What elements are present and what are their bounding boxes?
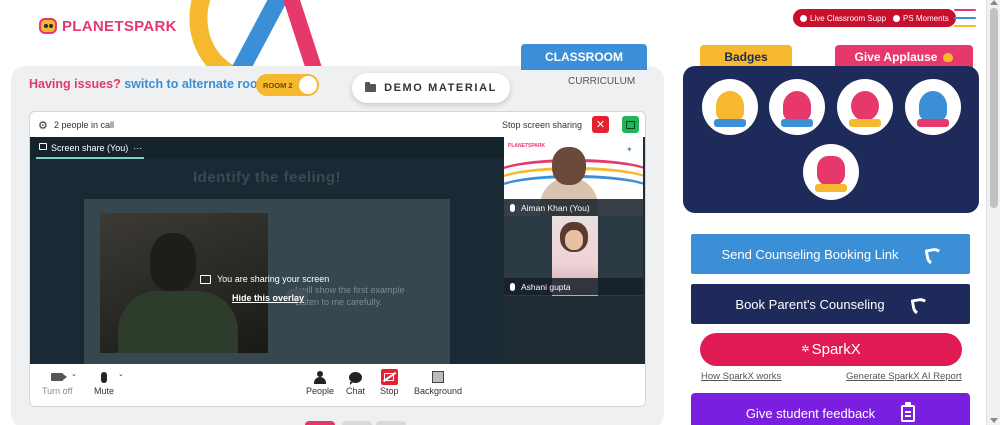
badge-idea-icon[interactable]: [905, 79, 961, 135]
clipboard-icon: [901, 401, 916, 422]
screen-share-label: Screen share (You) ···: [51, 143, 143, 153]
room-toggle[interactable]: ROOM 2: [256, 74, 319, 96]
badge-trophy-icon[interactable]: [702, 79, 758, 135]
microphone-icon: [101, 371, 107, 383]
book-parent-counseling-button[interactable]: Book Parent's Counseling: [691, 284, 970, 324]
camera-icon: [51, 373, 68, 381]
how-sparkx-works-link[interactable]: How SparkX works: [701, 371, 781, 382]
hide-overlay-link[interactable]: Hide this overlay: [232, 293, 304, 303]
switch-room-link[interactable]: switch to alternate room: [124, 77, 268, 91]
screen-share-stage: Screen share (You) ··· Identify the feel…: [30, 137, 504, 364]
camera-toggle-button[interactable]: Turn off: [42, 368, 73, 396]
page-tab[interactable]: [376, 421, 406, 425]
people-button[interactable]: People: [306, 368, 334, 396]
screen-share-header: Screen share (You) ···: [30, 137, 504, 159]
generate-sparkx-report-link[interactable]: Generate SparkX AI Report: [846, 371, 962, 382]
badge-leader-icon[interactable]: [769, 79, 825, 135]
toggle-knob: [299, 76, 317, 94]
call-controls: Turn off ⌄ Mute ⌄ People Chat Stop Backg…: [30, 364, 645, 406]
video-call-window: ⚙ 2 people in call Stop screen sharing ✕…: [29, 111, 646, 407]
alternate-room-prompt: Having issues? switch to alternate room: [29, 77, 269, 91]
stop-sharing-close-icon[interactable]: ✕: [592, 116, 609, 133]
background-button[interactable]: Background: [414, 368, 462, 396]
page-tab[interactable]: [342, 421, 372, 425]
give-student-feedback-button[interactable]: Give student feedback: [691, 393, 970, 425]
hamburger-menu-icon[interactable]: [954, 9, 976, 27]
slide-text: I will show the first example Listen to …: [295, 285, 405, 307]
page: PLANETSPARK Live Classroom Support PS Mo…: [0, 0, 1000, 425]
present-icon: [39, 143, 47, 150]
stop-presenting-icon: [380, 369, 398, 385]
picture-in-picture-icon[interactable]: [622, 116, 639, 133]
scrollbar-thumb[interactable]: [990, 8, 998, 208]
badge-meditation-icon[interactable]: [837, 79, 893, 135]
chevron-down-icon[interactable]: ⌄: [118, 370, 124, 378]
moments-icon: [893, 14, 900, 22]
logo-text: PLANETSPARK: [62, 17, 177, 35]
robot-logo-icon: [38, 15, 58, 37]
participant-tile[interactable]: Ashani gupta: [504, 216, 643, 296]
tab-curriculum[interactable]: CURRICULUM: [568, 76, 635, 87]
background-icon: [432, 371, 445, 383]
scroll-down-icon[interactable]: [990, 418, 998, 423]
participant-name: Ashani gupta: [504, 278, 643, 295]
chat-button[interactable]: Chat: [346, 368, 365, 396]
page-tab[interactable]: [305, 421, 335, 425]
ps-moments-button[interactable]: PS Moments: [886, 9, 956, 27]
chevron-down-icon[interactable]: ⌄: [71, 370, 77, 378]
people-count: 2 people in call: [54, 120, 115, 130]
mic-icon: [510, 203, 515, 212]
phone-icon: [925, 247, 940, 262]
people-icon: [314, 370, 327, 384]
planetspark-logo[interactable]: PLANETSPARK: [38, 15, 177, 37]
participant-name: Aiman Khan (You): [504, 199, 643, 216]
chat-icon: [349, 371, 362, 385]
slide-title: Identify the feeling!: [192, 169, 341, 186]
demo-material-button[interactable]: DEMO MATERIAL: [352, 73, 510, 103]
mic-icon: [510, 282, 515, 291]
scroll-up-icon[interactable]: [990, 0, 998, 5]
stop-sharing-button[interactable]: Stop: [380, 368, 399, 396]
sharing-screen-message: You are sharing your screen: [200, 274, 329, 284]
folder-icon: [365, 82, 377, 92]
gear-icon[interactable]: ⚙: [38, 119, 48, 132]
stop-screen-sharing-label[interactable]: Stop screen sharing: [502, 120, 582, 130]
clapping-hands-icon: [943, 52, 954, 62]
phone-icon: [911, 297, 926, 312]
call-top-bar: ⚙ 2 people in call Stop screen sharing ✕: [30, 112, 645, 137]
mute-button[interactable]: Mute: [94, 368, 114, 396]
send-counseling-link-button[interactable]: Send Counseling Booking Link: [691, 234, 970, 274]
tab-classroom[interactable]: CLASSROOM: [521, 44, 647, 70]
screen-share-icon: [200, 274, 211, 284]
page-scrollbar[interactable]: [986, 0, 1000, 425]
support-icon: [800, 14, 807, 22]
badge-robot-icon[interactable]: [803, 144, 859, 200]
sparkle-icon: ✲: [801, 344, 810, 355]
sparkx-button[interactable]: ✲ SparkX: [700, 333, 962, 366]
participant-tile[interactable]: PLANETSPARK ✦ Aiman Khan (You): [504, 137, 643, 216]
